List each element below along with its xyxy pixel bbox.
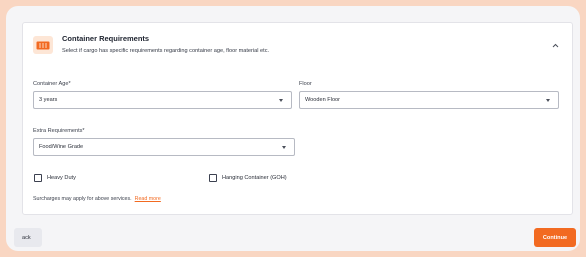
floor-label: Floor [299, 81, 312, 87]
floor-select[interactable]: Wooden Floor [299, 91, 559, 109]
extra-requirements-label: Extra Requirements* [33, 128, 85, 134]
container-age-label: Container Age* [33, 81, 71, 87]
heavy-duty-label: Heavy Duty [47, 175, 76, 181]
back-button[interactable]: ack [14, 228, 42, 247]
heavy-duty-checkbox[interactable] [34, 174, 42, 182]
container-age-select[interactable]: 3 years [33, 91, 292, 109]
chevron-up-icon[interactable] [550, 40, 560, 50]
section-title: Container Requirements [62, 34, 150, 43]
container-icon [33, 36, 53, 54]
extra-requirements-select[interactable]: Food/Wine Grade [33, 138, 295, 156]
hanging-container-checkbox[interactable] [209, 174, 217, 182]
app-frame: Container Requirements Select if cargo h… [6, 6, 580, 251]
floor-value: Wooden Floor [305, 97, 341, 103]
continue-button[interactable]: Continue [534, 228, 576, 247]
chevron-down-icon [279, 99, 283, 102]
section-subtitle: Select if cargo has specific requirement… [62, 48, 270, 54]
surcharge-note-text: Surcharges may apply for above services. [33, 196, 132, 202]
read-more-link[interactable]: Read more [135, 196, 161, 202]
surcharge-note: Surcharges may apply for above services.… [33, 196, 161, 202]
hanging-container-label: Hanging Container (GOH) [222, 175, 287, 181]
chevron-down-icon [546, 99, 550, 102]
chevron-down-icon [282, 146, 286, 149]
container-requirements-card: Container Requirements Select if cargo h… [22, 22, 573, 215]
extra-requirements-value: Food/Wine Grade [39, 144, 84, 150]
container-age-value: 3 years [39, 97, 58, 103]
